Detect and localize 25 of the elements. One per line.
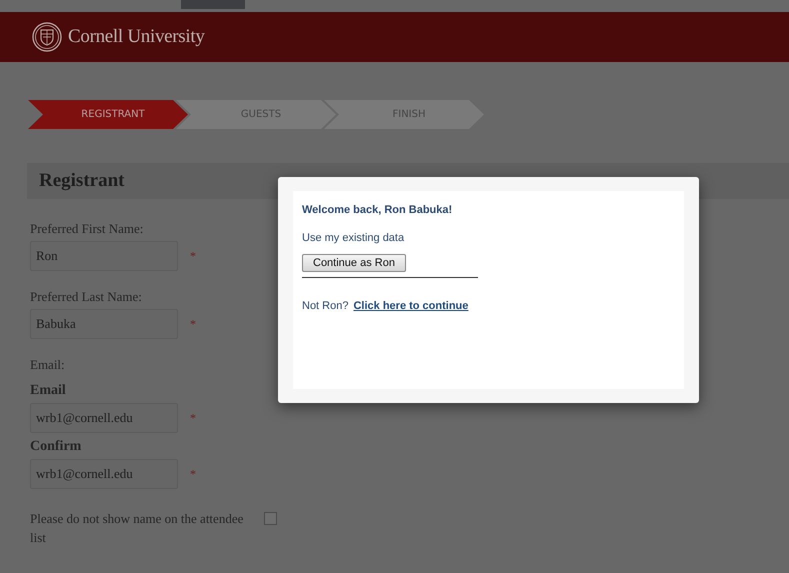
tab-marker (181, 0, 245, 9)
text-field[interactable]: wrb1@cornell.edu (30, 459, 178, 489)
field-label: Email (30, 383, 66, 399)
dialog-title: Welcome back, Ron Babuka! (302, 204, 454, 216)
required-mark: * (190, 410, 196, 426)
checkbox[interactable] (264, 512, 277, 525)
text-field[interactable]: Babuka (30, 309, 178, 339)
step-tab[interactable]: REGISTRANT (28, 100, 188, 129)
required-mark: * (190, 248, 196, 264)
text-field[interactable]: wrb1@cornell.edu (30, 403, 178, 433)
continue-link[interactable]: Click here to continue (353, 300, 468, 312)
section-title: Registrant (39, 170, 124, 192)
required-mark: * (190, 316, 196, 332)
dialog-subtitle: Use my existing data (302, 232, 406, 244)
required-mark: * (190, 466, 196, 482)
site-title: Cornell University (68, 26, 205, 48)
prompt-text: Not Ron? (302, 300, 348, 312)
text-field[interactable]: Ron (30, 241, 178, 271)
continue-button[interactable]: Continue as Ron (302, 254, 406, 272)
field-label: Email: (30, 357, 65, 373)
checkbox-label: Please do not show name on the attendee list (30, 510, 244, 547)
field-label: Preferred First Name: (30, 221, 144, 237)
field-label: Confirm (30, 439, 82, 455)
shield-logo-icon (32, 22, 62, 52)
field-label: Preferred Last Name: (30, 289, 142, 305)
